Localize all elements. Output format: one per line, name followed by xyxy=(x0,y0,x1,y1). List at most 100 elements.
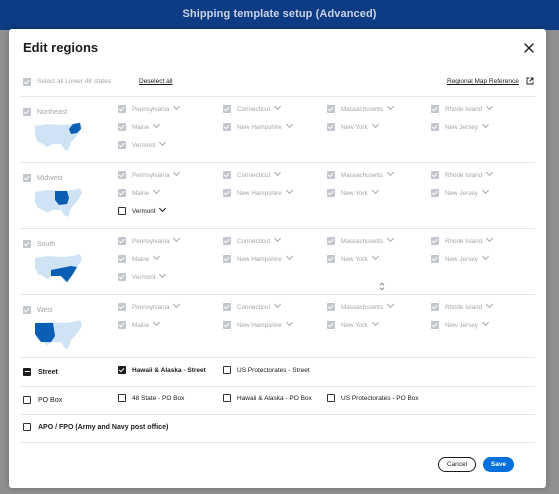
checkbox-icon[interactable] xyxy=(223,320,231,329)
chevron-down-icon[interactable] xyxy=(386,168,395,177)
state-option[interactable]: Connecticut xyxy=(223,102,282,114)
checkbox-icon[interactable] xyxy=(118,365,126,374)
chevron-down-icon[interactable] xyxy=(153,120,161,129)
checkbox-icon[interactable] xyxy=(327,320,335,329)
chevron-down-icon[interactable] xyxy=(386,300,395,309)
chevron-down-icon[interactable] xyxy=(386,234,395,243)
cancel-button[interactable]: Cancel xyxy=(438,457,476,472)
checkbox-icon[interactable] xyxy=(223,122,231,131)
checkbox-icon[interactable] xyxy=(223,365,231,374)
pobox-option-48-state[interactable]: 48 State - PO Box xyxy=(118,393,184,404)
checkbox-icon[interactable] xyxy=(327,122,335,131)
chevron-down-icon[interactable] xyxy=(481,120,489,129)
state-option[interactable]: Pennsylvania xyxy=(118,168,181,180)
street-option-hawaii-alaska[interactable]: Hawaii & Alaska - Street xyxy=(118,365,206,376)
chevron-down-icon[interactable] xyxy=(274,234,282,243)
region-checkbox[interactable] xyxy=(23,108,31,116)
chevron-down-icon[interactable] xyxy=(285,120,293,129)
state-option[interactable]: Connecticut xyxy=(223,234,282,246)
pobox-checkbox[interactable] xyxy=(23,395,31,404)
chevron-down-icon[interactable] xyxy=(371,186,379,195)
state-option[interactable]: Vermont xyxy=(118,138,167,150)
checkbox-icon[interactable] xyxy=(118,188,126,197)
checkbox-icon[interactable] xyxy=(223,236,231,245)
chevron-down-icon[interactable] xyxy=(159,204,167,213)
chevron-down-icon[interactable] xyxy=(285,318,293,327)
checkbox-icon[interactable] xyxy=(327,188,335,197)
checkbox-icon[interactable] xyxy=(327,170,335,179)
sort-icon[interactable] xyxy=(379,278,385,291)
state-option[interactable]: Connecticut xyxy=(223,300,282,312)
state-option[interactable]: Massachusetts xyxy=(327,234,395,246)
state-option[interactable]: New York xyxy=(327,252,379,264)
chevron-down-icon[interactable] xyxy=(173,168,181,177)
checkbox-icon[interactable] xyxy=(118,206,126,215)
region-name[interactable]: Northeast xyxy=(23,108,67,116)
chevron-down-icon[interactable] xyxy=(173,234,181,243)
checkbox-icon[interactable] xyxy=(118,170,126,179)
region-name[interactable]: West xyxy=(23,306,53,314)
state-option[interactable]: Maine xyxy=(118,120,161,132)
pobox-row-label[interactable]: PO Box xyxy=(23,395,62,406)
pobox-option-us-protectorates[interactable]: US Protectorates - PO Box xyxy=(327,393,419,404)
state-option[interactable]: Massachusetts xyxy=(327,300,395,312)
state-option[interactable]: New Hampshire xyxy=(223,120,293,132)
chevron-down-icon[interactable] xyxy=(285,186,293,195)
close-icon[interactable] xyxy=(522,41,536,55)
state-option[interactable]: Pennsylvania xyxy=(118,102,181,114)
chevron-down-icon[interactable] xyxy=(173,102,181,111)
checkbox-icon[interactable] xyxy=(327,302,335,311)
chevron-down-icon[interactable] xyxy=(173,300,181,309)
checkbox-icon[interactable] xyxy=(431,320,439,329)
checkbox-icon[interactable] xyxy=(431,254,439,263)
checkbox-icon[interactable] xyxy=(431,122,439,131)
state-option[interactable]: Vermont xyxy=(118,270,167,282)
chevron-down-icon[interactable] xyxy=(153,318,161,327)
state-option[interactable]: New Jersey xyxy=(431,318,489,330)
checkbox-icon[interactable] xyxy=(223,393,231,402)
checkbox-icon[interactable] xyxy=(118,254,126,263)
state-option[interactable]: New York xyxy=(327,120,379,132)
checkbox-icon[interactable] xyxy=(327,236,335,245)
state-option[interactable]: Vermont xyxy=(118,204,167,216)
checkbox-icon[interactable] xyxy=(327,104,335,113)
chevron-down-icon[interactable] xyxy=(481,186,489,195)
external-link-icon[interactable] xyxy=(526,77,534,85)
chevron-down-icon[interactable] xyxy=(481,318,489,327)
state-option[interactable]: Rhode Island xyxy=(431,168,494,180)
select-all-checkbox[interactable] xyxy=(23,78,31,86)
region-checkbox[interactable] xyxy=(23,174,31,182)
checkbox-icon[interactable] xyxy=(431,302,439,311)
chevron-down-icon[interactable] xyxy=(486,168,494,177)
street-checkbox[interactable] xyxy=(23,367,31,376)
checkbox-icon[interactable] xyxy=(118,302,126,311)
state-option[interactable]: New Hampshire xyxy=(223,252,293,264)
save-button[interactable]: Save xyxy=(483,457,514,472)
checkbox-icon[interactable] xyxy=(327,254,335,263)
state-option[interactable]: New Hampshire xyxy=(223,186,293,198)
state-option[interactable]: New York xyxy=(327,318,379,330)
state-option[interactable]: Maine xyxy=(118,252,161,264)
chevron-down-icon[interactable] xyxy=(486,300,494,309)
checkbox-icon[interactable] xyxy=(118,122,126,131)
chevron-down-icon[interactable] xyxy=(371,318,379,327)
chevron-down-icon[interactable] xyxy=(486,102,494,111)
chevron-down-icon[interactable] xyxy=(159,270,167,279)
state-option[interactable]: Massachusetts xyxy=(327,102,395,114)
checkbox-icon[interactable] xyxy=(431,188,439,197)
state-option[interactable]: Pennsylvania xyxy=(118,234,181,246)
state-option[interactable]: New Jersey xyxy=(431,120,489,132)
deselect-all-link[interactable]: Deselect all xyxy=(139,78,173,85)
checkbox-icon[interactable] xyxy=(223,302,231,311)
state-option[interactable]: Massachusetts xyxy=(327,168,395,180)
checkbox-icon[interactable] xyxy=(118,236,126,245)
state-option[interactable]: Connecticut xyxy=(223,168,282,180)
apo-checkbox[interactable] xyxy=(23,422,31,431)
state-option[interactable]: New Jersey xyxy=(431,186,489,198)
state-option[interactable]: Rhode Island xyxy=(431,300,494,312)
chevron-down-icon[interactable] xyxy=(371,120,379,129)
region-checkbox[interactable] xyxy=(23,240,31,248)
chevron-down-icon[interactable] xyxy=(481,252,489,261)
street-option-us-protectorates[interactable]: US Protectorates - Street xyxy=(223,365,310,376)
chevron-down-icon[interactable] xyxy=(159,138,167,147)
